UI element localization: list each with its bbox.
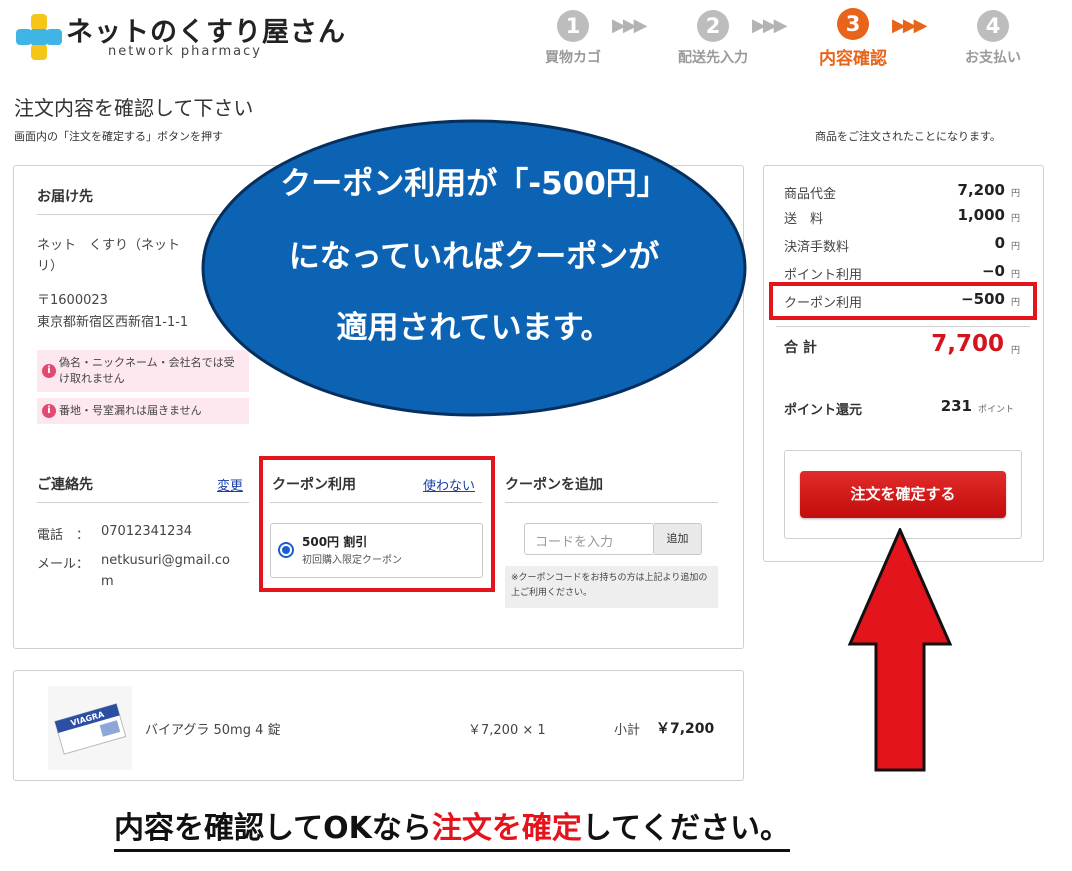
yen-unit: 円 bbox=[1011, 270, 1021, 280]
yen-unit: 円 bbox=[1011, 346, 1021, 356]
step-1-number: 1 bbox=[557, 10, 589, 42]
points-unit: ポイント bbox=[978, 405, 1015, 415]
delivery-title: お届け先 bbox=[37, 189, 93, 205]
step-2-number: 2 bbox=[697, 10, 729, 42]
delivery-address: 東京都新宿区西新宿1-1-1 bbox=[37, 315, 189, 330]
mail-value-cont: m bbox=[101, 574, 114, 589]
coupon-no-use-link[interactable]: 使わない bbox=[423, 475, 475, 494]
summary-label: 商品代金 bbox=[784, 187, 837, 202]
logo-subtitle: network pharmacy bbox=[108, 44, 262, 59]
subtotal-value: ￥7,200 bbox=[656, 721, 715, 737]
contact-change-link[interactable]: 変更 bbox=[217, 475, 243, 494]
callout-line-3: 適用されています。 bbox=[337, 310, 612, 346]
step-3-number: 3 bbox=[837, 8, 869, 40]
divider bbox=[505, 502, 718, 503]
logo-cross-icon bbox=[16, 14, 62, 60]
product-price-qty: ￥7,200 × 1 bbox=[468, 723, 546, 738]
step-2-label: 配送先入力 bbox=[678, 50, 748, 66]
delivery-postal: 〒1600023 bbox=[37, 293, 108, 308]
divider bbox=[776, 326, 1030, 327]
phone-value: 07012341234 bbox=[101, 524, 192, 539]
confirm-order-button[interactable]: 注文を確定する bbox=[800, 471, 1006, 518]
step-3-label: 内容確認 bbox=[819, 49, 887, 69]
coupon-radio[interactable] bbox=[278, 542, 294, 558]
mail-value: netkusuri@gmail.co bbox=[101, 553, 231, 568]
step-arrows-icon: ▶▶▶ bbox=[752, 15, 787, 36]
bottom-instruction-post: してください。 bbox=[581, 811, 791, 846]
coupon-add-note: ※クーポンコードをお持ちの方は上記より追加の上ご利用ください。 bbox=[505, 566, 718, 608]
summary-label: 送 料 bbox=[784, 212, 824, 227]
callout-bubble: クーポン利用が「-500円」 になっていればクーポンが 適用されています。 bbox=[201, 119, 747, 417]
instruction-text-end: 商品をご注文されたことになります。 bbox=[815, 130, 1001, 143]
summary-value: 7,200 bbox=[957, 181, 1005, 199]
product-image: VIAGRA bbox=[48, 686, 132, 770]
step-4-number: 4 bbox=[977, 10, 1009, 42]
step-1-label: 買物カゴ bbox=[545, 50, 601, 66]
mail-label: メール： bbox=[37, 557, 90, 572]
info-icon: i bbox=[42, 364, 56, 378]
points-value: 231 bbox=[940, 397, 972, 415]
total-label: 合 計 bbox=[784, 340, 817, 356]
total-value: 7,700 bbox=[931, 331, 1004, 357]
bottom-instruction: 内容を確認してOKなら注文を確定してください。 bbox=[114, 803, 791, 852]
yen-unit: 円 bbox=[1011, 242, 1021, 252]
callout-line-2: になっていればクーポンが bbox=[289, 239, 659, 275]
coupon-code-input[interactable]: コードを入力 bbox=[524, 523, 654, 555]
delivery-name: ネット くすり（ネット bbox=[37, 238, 181, 253]
summary-value: −0 bbox=[981, 262, 1005, 280]
product-name: バイアグラ 50mg 4 錠 bbox=[145, 723, 281, 738]
summary-label: 決済手数料 bbox=[784, 240, 850, 255]
yen-unit: 円 bbox=[1011, 189, 1021, 199]
bottom-instruction-pre: 内容を確認してOKなら bbox=[114, 811, 432, 846]
summary-value: 0 bbox=[994, 234, 1005, 252]
coupon-option-card[interactable]: 500円 割引 初回購入限定クーポン bbox=[270, 523, 483, 578]
phone-label: 電話 ： bbox=[37, 528, 90, 543]
yen-unit: 円 bbox=[1011, 214, 1021, 224]
summary-value: 1,000 bbox=[957, 206, 1005, 224]
coupon-add-button[interactable]: 追加 bbox=[654, 523, 702, 555]
bottom-instruction-highlight: 注文を確定 bbox=[431, 811, 582, 846]
coupon-option-subtitle: 初回購入限定クーポン bbox=[302, 555, 402, 566]
summary-coupon-label: クーポン利用 bbox=[784, 296, 863, 311]
info-icon: i bbox=[42, 404, 56, 418]
page-title: 注文内容を確認して下さい bbox=[14, 96, 254, 120]
divider bbox=[37, 502, 249, 503]
coupon-add-title: クーポンを追加 bbox=[505, 477, 603, 493]
summary-coupon-value: −500 bbox=[961, 290, 1005, 308]
yen-unit: 円 bbox=[1011, 298, 1021, 308]
arrow-up-icon bbox=[847, 528, 953, 772]
summary-label: ポイント利用 bbox=[784, 268, 863, 283]
delivery-name-cont: リ） bbox=[37, 259, 64, 274]
warning-address-text: 番地・号室漏れは届きません bbox=[59, 404, 202, 417]
step-arrows-icon: ▶▶▶ bbox=[892, 15, 927, 36]
divider bbox=[270, 502, 482, 503]
instruction-text: 画面内の「注文を確定する」ボタンを押す bbox=[14, 130, 223, 143]
step-4-label: お支払い bbox=[965, 50, 1021, 66]
step-arrows-icon: ▶▶▶ bbox=[612, 15, 647, 36]
contact-title: ご連絡先 bbox=[37, 477, 93, 493]
subtotal-label: 小計 bbox=[614, 723, 641, 738]
points-label: ポイント還元 bbox=[784, 403, 863, 418]
coupon-title: クーポン利用 bbox=[272, 477, 356, 493]
callout-line-1: クーポン利用が「-500円」 bbox=[280, 166, 668, 202]
coupon-option-title: 500円 割引 bbox=[302, 535, 368, 549]
